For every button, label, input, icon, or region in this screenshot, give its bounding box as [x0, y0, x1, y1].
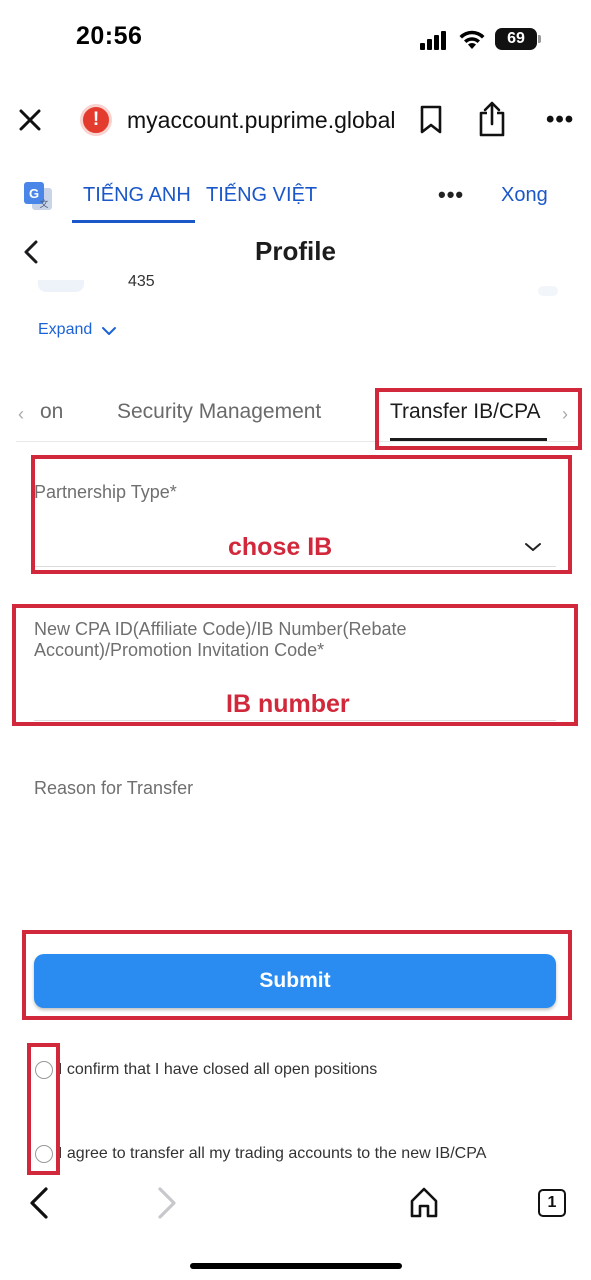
status-time: 20:56	[76, 22, 143, 50]
google-translate-icon: G 文	[24, 182, 52, 210]
expand-link[interactable]: Expand	[38, 321, 92, 339]
svg-text:G: G	[29, 186, 39, 201]
browser-back-icon[interactable]	[28, 1186, 50, 1220]
translate-more-icon[interactable]: •••	[438, 182, 464, 208]
translate-done-button[interactable]: Xong	[501, 184, 548, 207]
reason-label: Reason for Transfer	[34, 778, 194, 798]
annotation-choose-ib: chose IB	[228, 533, 333, 561]
svg-text:文: 文	[39, 198, 48, 209]
share-icon[interactable]	[477, 100, 507, 138]
url-text[interactable]: myaccount.puprime.global	[127, 107, 395, 134]
browser-forward-icon[interactable]	[156, 1186, 178, 1220]
battery-indicator: 69	[495, 28, 537, 50]
wifi-icon	[459, 30, 485, 49]
lang-tab-source[interactable]: TIẾNG ANH	[83, 184, 191, 207]
annotation-box-submit	[22, 930, 572, 1020]
lang-tab-underline	[72, 220, 195, 223]
tab-partial[interactable]: on	[40, 400, 63, 424]
tab-scroll-left-icon[interactable]: ‹	[18, 404, 24, 425]
more-options-icon[interactable]: •••	[546, 106, 574, 134]
annotation-box-tab	[375, 388, 582, 450]
reason-textarea[interactable]	[34, 805, 556, 915]
lang-tab-target[interactable]: TIẾNG VIỆT	[206, 184, 317, 207]
page-title: Profile	[255, 236, 336, 266]
chevron-down-icon[interactable]	[101, 325, 117, 337]
confirm-positions-label[interactable]: I confirm that I have closed all open po…	[58, 1061, 377, 1079]
account-badge	[38, 280, 84, 292]
close-icon[interactable]	[14, 104, 46, 136]
tab-security-management[interactable]: Security Management	[117, 400, 321, 424]
account-number-partial: 435	[128, 273, 155, 287]
annotation-ib-number: IB number	[226, 690, 350, 718]
annotation-box-checkboxes	[27, 1043, 60, 1175]
scrolled-card-edge	[538, 286, 558, 296]
confirm-transfer-label[interactable]: I agree to transfer all my trading accou…	[58, 1145, 486, 1163]
battery-tip	[538, 35, 541, 43]
security-warning-icon[interactable]	[80, 104, 112, 136]
home-indicator	[190, 1263, 402, 1269]
cellular-signal-icon	[420, 30, 448, 50]
home-icon[interactable]	[409, 1186, 439, 1218]
tabs-count-button[interactable]: 1	[538, 1189, 566, 1217]
bookmark-icon[interactable]	[419, 105, 443, 135]
